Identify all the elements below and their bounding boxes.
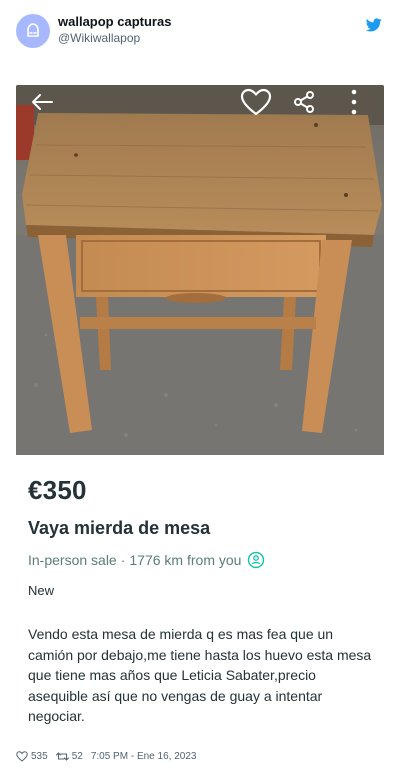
product-photo[interactable]: [16, 85, 384, 455]
listing-card: €350 Vaya mierda de mesa In-person sale …: [16, 85, 384, 743]
share-icon: [294, 91, 314, 113]
retweet-icon: [55, 751, 69, 761]
item-condition: New: [28, 583, 55, 598]
photo-toolbar: [16, 85, 384, 121]
user-pin-icon[interactable]: [247, 551, 265, 569]
tweet-header: wallapop capturas @Wikiwallapop: [16, 14, 384, 54]
back-button[interactable]: [24, 87, 60, 117]
avatar[interactable]: [16, 14, 50, 48]
share-button[interactable]: [288, 87, 320, 117]
like-count: 535: [31, 750, 48, 762]
avatar-logo-icon: [27, 23, 39, 37]
delivery-separator: ·: [120, 552, 126, 568]
favorite-button[interactable]: [238, 87, 274, 117]
arrow-left-icon: [32, 94, 53, 110]
twitter-bird-icon[interactable]: [366, 18, 382, 32]
delivery-type: In-person sale: [28, 552, 117, 568]
display-name[interactable]: wallapop capturas: [58, 14, 171, 30]
tweet-footer: 535 52 7:05 PM - Ene 16, 2023: [16, 748, 384, 764]
wooden-table-image: [16, 85, 384, 455]
retweet-count: 52: [71, 750, 83, 762]
listing-description: Vendo esta mesa de mierda q es mas fea q…: [28, 626, 372, 724]
listing-price: €350: [28, 475, 87, 505]
tweet-timestamp[interactable]: 7:05 PM - Ene 16, 2023: [91, 751, 197, 762]
more-options-button[interactable]: [342, 87, 366, 117]
listing-title: Vaya mierda de mesa: [28, 518, 211, 538]
tweet-user[interactable]: wallapop capturas @Wikiwallapop: [58, 14, 171, 46]
like-stat[interactable]: 535: [16, 751, 48, 762]
heart-icon: [16, 750, 28, 762]
more-vertical-icon: [351, 89, 357, 115]
retweet-stat[interactable]: 52: [55, 750, 83, 762]
delivery-info: In-person sale · 1776 km from you: [28, 551, 265, 569]
user-handle[interactable]: @Wikiwallapop: [58, 30, 171, 46]
heart-icon: [240, 88, 272, 116]
distance: 1776 km from you: [129, 552, 242, 568]
